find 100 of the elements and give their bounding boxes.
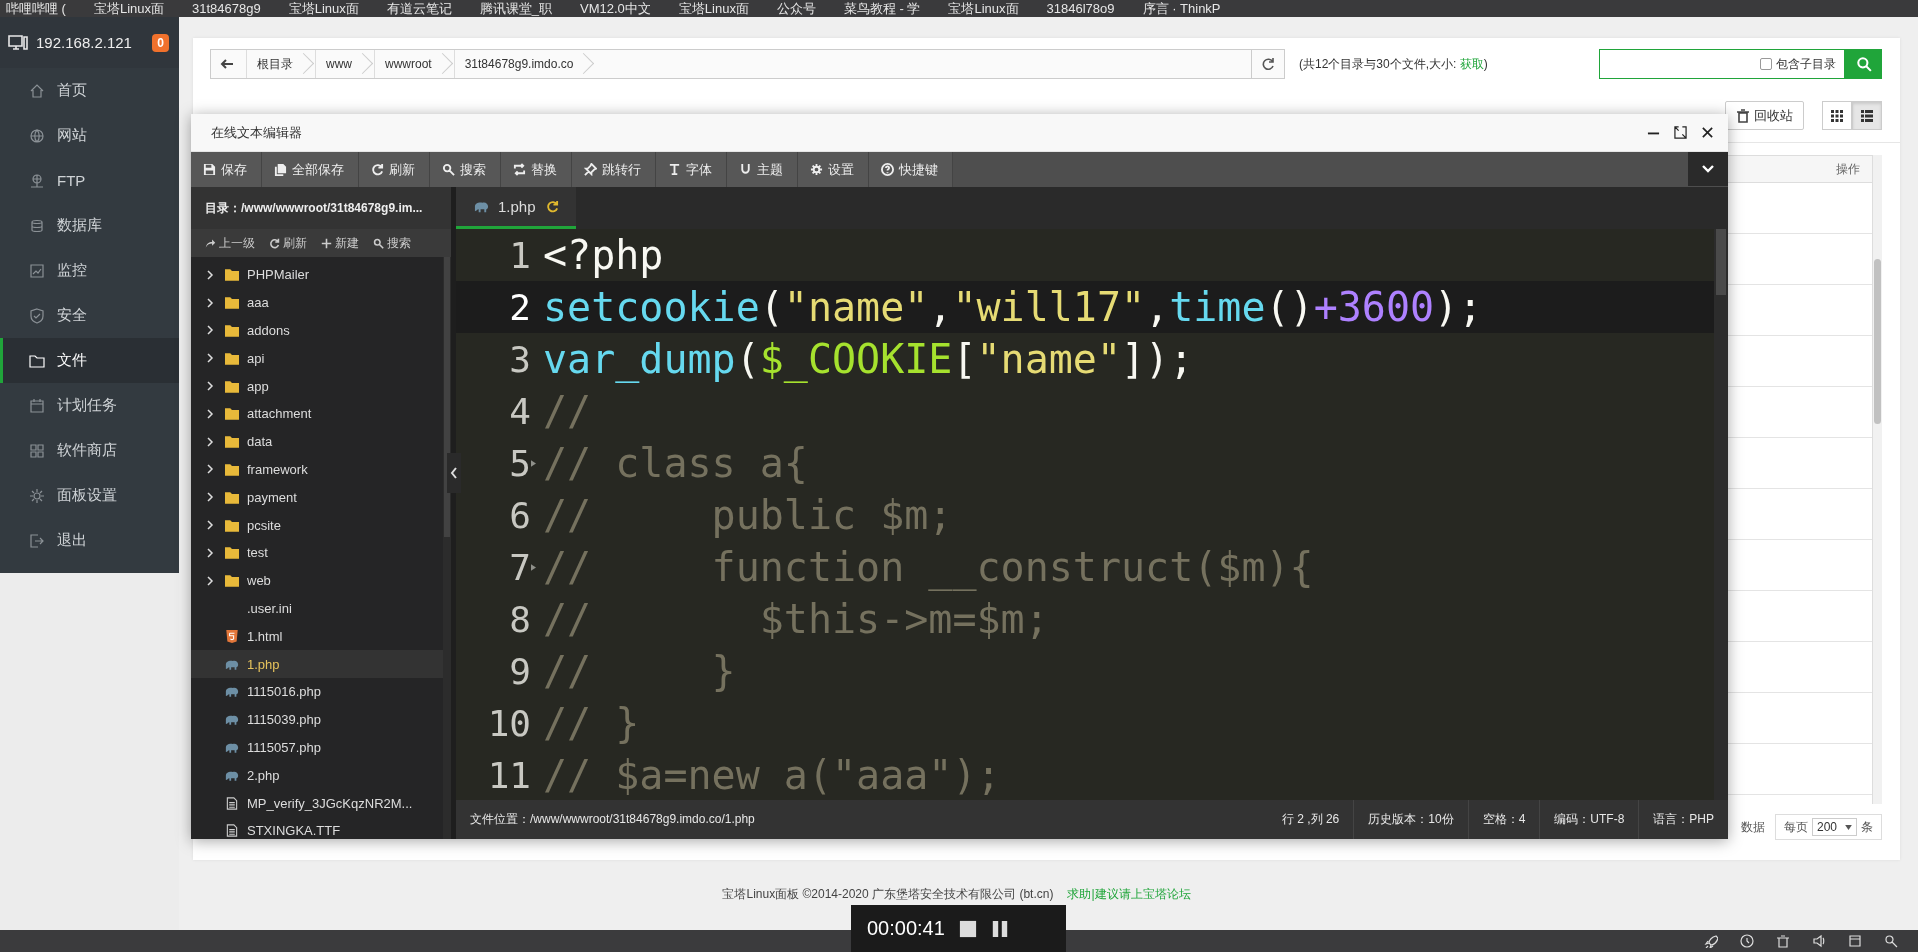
checkbox[interactable]	[1760, 58, 1772, 70]
speaker-icon[interactable]	[1812, 934, 1826, 948]
tree-item[interactable]: pcsite	[191, 511, 443, 539]
nav-item[interactable]: 文件	[0, 338, 179, 383]
toolbar-button[interactable]: 全部保存	[262, 152, 359, 187]
tree-action-button[interactable]: 刷新	[263, 234, 313, 252]
tree-item[interactable]: web	[191, 566, 443, 595]
tree-item[interactable]: attachment	[191, 400, 443, 428]
tree-action-button[interactable]: 搜索	[367, 234, 417, 252]
language-setting[interactable]: 语言：PHP	[1638, 800, 1728, 839]
encoding-setting[interactable]: 编码：UTF-8	[1539, 800, 1639, 839]
reload-icon[interactable]	[544, 200, 560, 213]
scrollbar[interactable]	[1714, 229, 1728, 800]
breadcrumb-item[interactable]: 根目录	[246, 50, 315, 78]
tree-item[interactable]: .user.ini	[191, 594, 443, 623]
stop-icon[interactable]	[958, 919, 977, 938]
rocket-icon[interactable]	[1704, 934, 1718, 948]
toolbar-button[interactable]: 刷新	[359, 152, 430, 187]
page-size-select[interactable]: 200	[1811, 818, 1857, 836]
toolbar-button[interactable]: 快捷键	[869, 152, 953, 187]
tree-item[interactable]: 2.php	[191, 761, 443, 790]
tree-item[interactable]: test	[191, 538, 443, 567]
toolbar-button[interactable]: 主题	[727, 152, 798, 187]
chevron-down-icon[interactable]	[1688, 152, 1728, 186]
back-arrow-icon[interactable]	[220, 57, 234, 71]
nav-item[interactable]: FTP	[0, 158, 179, 203]
chevron-right-icon[interactable]	[205, 520, 215, 531]
collapse-handle-icon[interactable]	[447, 453, 461, 493]
toolbar-button[interactable]: 跳转行	[572, 152, 656, 187]
search-field[interactable]: 包含子目录	[1599, 49, 1845, 79]
bookmark-link[interactable]: 菜鸟教程 - 学	[843, 0, 921, 17]
tree-item[interactable]: MP_verify_3JGcKqzNR2M...	[191, 789, 443, 817]
file-tab[interactable]: 1.php	[456, 187, 576, 229]
maximize-icon[interactable]	[1674, 126, 1687, 139]
nav-item[interactable]: 计划任务	[0, 383, 179, 428]
grid-view-button[interactable]	[1822, 101, 1852, 130]
nav-item[interactable]: 退出	[0, 518, 179, 563]
pause-icon[interactable]	[990, 919, 1009, 938]
history-versions[interactable]: 历史版本：10份	[1353, 800, 1468, 839]
bookmark-link[interactable]: 公众号	[776, 0, 816, 17]
scrollbar[interactable]	[443, 257, 451, 839]
toolbar-button[interactable]: 搜索	[430, 152, 501, 187]
chevron-right-icon[interactable]	[205, 464, 215, 475]
list-view-button[interactable]	[1852, 101, 1882, 130]
bookmark-link[interactable]: 宝塔Linux面	[678, 0, 749, 17]
nav-item[interactable]: 面板设置	[0, 473, 179, 518]
breadcrumb-item[interactable]: 31t84678g9.imdo.co	[453, 50, 596, 78]
tree-item[interactable]: 1115057.php	[191, 733, 443, 762]
chevron-right-icon[interactable]	[205, 269, 215, 280]
chevron-right-icon[interactable]	[205, 408, 215, 419]
scrollbar[interactable]	[1873, 155, 1882, 804]
close-icon[interactable]	[1701, 126, 1714, 139]
tree-item[interactable]: payment	[191, 483, 443, 512]
breadcrumb-item[interactable]: wwwroot	[374, 50, 454, 78]
tree-item[interactable]: framework	[191, 455, 443, 484]
search-button[interactable]	[1845, 49, 1882, 79]
nav-item[interactable]: 首页	[0, 68, 179, 113]
tree-action-button[interactable]: 新建	[315, 234, 365, 252]
bookmark-link[interactable]: 有道云笔记	[386, 0, 452, 17]
chevron-right-icon[interactable]	[205, 297, 215, 308]
fold-marker-icon[interactable]	[531, 563, 536, 571]
indent-setting[interactable]: 空格：4	[1467, 800, 1540, 839]
chevron-right-icon[interactable]	[205, 575, 215, 586]
chevron-right-icon[interactable]	[205, 381, 215, 392]
toolbar-button[interactable]: 字体	[656, 152, 727, 187]
breadcrumb-item[interactable]: www	[315, 50, 374, 78]
bookmark-link[interactable]: 腾讯课堂_职	[479, 0, 553, 17]
tree-item[interactable]: app	[191, 372, 443, 400]
bookmark-link[interactable]: 宝塔Linux面	[948, 0, 1019, 17]
window-icon[interactable]	[1848, 934, 1862, 948]
tree-item[interactable]: data	[191, 427, 443, 456]
chevron-right-icon[interactable]	[205, 547, 215, 558]
bookmark-link[interactable]: 哔哩哔哩 (	[6, 0, 66, 17]
tree-item[interactable]: aaa	[191, 288, 443, 317]
tree-item[interactable]: STXINGKA.TTF	[191, 816, 443, 839]
chevron-right-icon[interactable]	[205, 492, 215, 503]
tree-item[interactable]: api	[191, 344, 443, 373]
nav-item[interactable]: 软件商店	[0, 428, 179, 473]
tree-action-button[interactable]: 上一级	[199, 234, 261, 252]
nav-item[interactable]: 安全	[0, 293, 179, 338]
bookmark-link[interactable]: 宝塔Linux面	[93, 0, 165, 17]
chevron-right-icon[interactable]	[205, 325, 215, 336]
tree-item[interactable]: 1115039.php	[191, 705, 443, 734]
nav-item[interactable]: 数据库	[0, 203, 179, 248]
bookmark-link[interactable]: VM12.0中文	[580, 0, 651, 17]
nav-item[interactable]: 监控	[0, 248, 179, 293]
toolbar-button[interactable]: 设置	[798, 152, 869, 187]
clock-icon[interactable]	[1740, 934, 1754, 948]
fold-marker-icon[interactable]	[531, 459, 536, 467]
search-icon[interactable]	[1884, 934, 1898, 948]
chevron-right-icon[interactable]	[205, 436, 215, 447]
trash-icon[interactable]	[1776, 934, 1790, 948]
tree-item[interactable]: 1115016.php	[191, 677, 443, 706]
tree-item[interactable]: 1.html	[191, 622, 443, 651]
nav-item[interactable]: 网站	[0, 113, 179, 158]
tree-item[interactable]: PHPMailer	[191, 261, 443, 289]
bookmark-link[interactable]: 宝塔Linux面	[288, 0, 359, 17]
bookmark-link[interactable]: 序言 · ThinkP	[1142, 0, 1221, 17]
bookmark-link[interactable]: 31t84678g9	[192, 0, 261, 17]
tree-item[interactable]: 1.php	[191, 650, 443, 678]
